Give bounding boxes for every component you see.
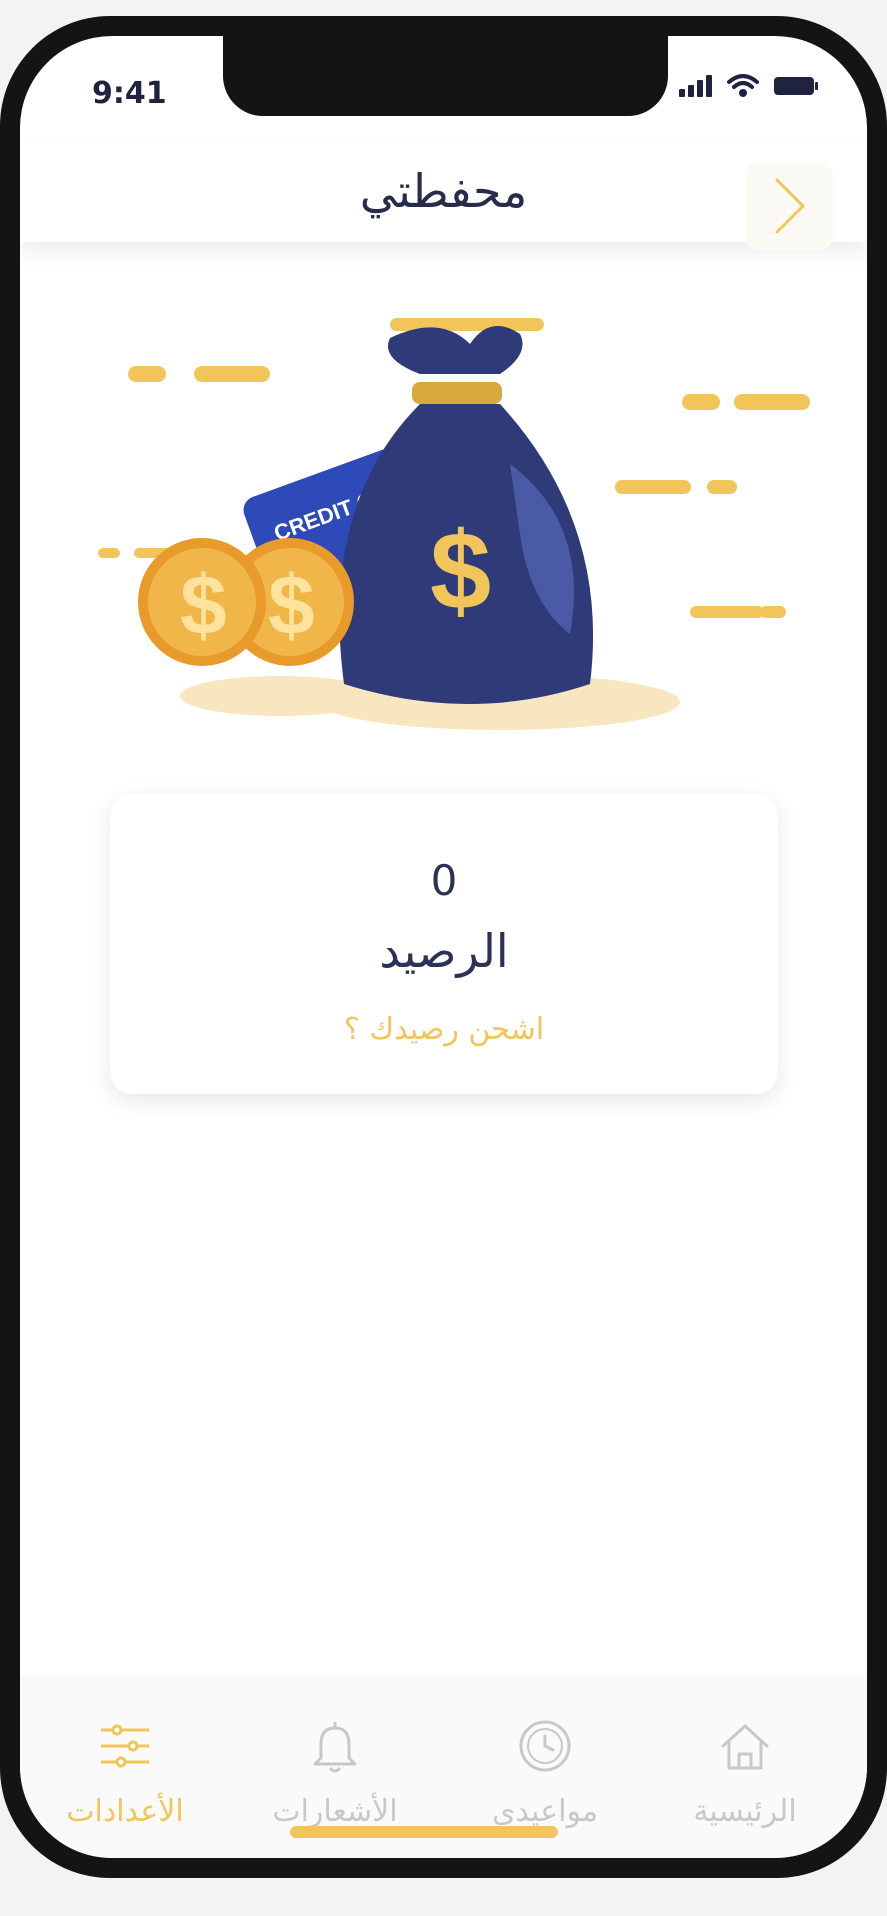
sliders-icon	[101, 1724, 149, 1768]
tab-notifications[interactable]: الأشعارات	[240, 1716, 430, 1829]
header: محفطتي	[20, 142, 867, 250]
page-title: محفطتي	[359, 164, 528, 218]
wallet-illustration: CREDIT CARD $ $ $	[98, 318, 810, 730]
home-icon	[721, 1724, 769, 1770]
balance-card: 0 الرصيد اشحن رصيدك ؟	[110, 794, 778, 1094]
tab-home[interactable]: الرئيسية	[650, 1716, 840, 1829]
svg-text:$: $	[268, 558, 315, 652]
tab-appointments-label: مواعيدي	[491, 1794, 599, 1829]
screen: 9:41 محفطتي CREDIT CARD $ $ $ 0 الرصيد ا…	[20, 36, 867, 1858]
phone-frame: 9:41 محفطتي CREDIT CARD $ $ $ 0 الرصيد ا…	[0, 16, 887, 1878]
balance-label: الرصيد	[379, 924, 509, 978]
tab-settings[interactable]: الأعدادات	[30, 1716, 220, 1829]
battery-icon	[774, 77, 818, 95]
tab-home-label: الرئيسية	[693, 1794, 797, 1829]
status-time: 9:41	[92, 76, 167, 111]
svg-text:$: $	[180, 558, 227, 652]
notch	[223, 36, 668, 116]
home-indicator	[290, 1826, 558, 1838]
status-icons	[679, 74, 819, 98]
wifi-icon	[727, 74, 759, 97]
bell-icon	[313, 1722, 357, 1773]
tab-notifications-label: الأشعارات	[272, 1794, 398, 1829]
back-button[interactable]	[745, 162, 833, 250]
clock-icon	[519, 1720, 571, 1772]
balance-value: 0	[430, 856, 458, 905]
chevron-right-icon	[775, 178, 805, 234]
tab-settings-label: الأعدادات	[66, 1794, 184, 1829]
signal-icon	[679, 75, 712, 97]
tab-appointments[interactable]: مواعيدي	[450, 1716, 640, 1829]
svg-text:$: $	[430, 510, 491, 633]
recharge-link[interactable]: اشحن رصيدك ؟	[110, 1012, 778, 1047]
money-bag: $	[339, 326, 594, 704]
coins: $ $	[138, 538, 354, 666]
